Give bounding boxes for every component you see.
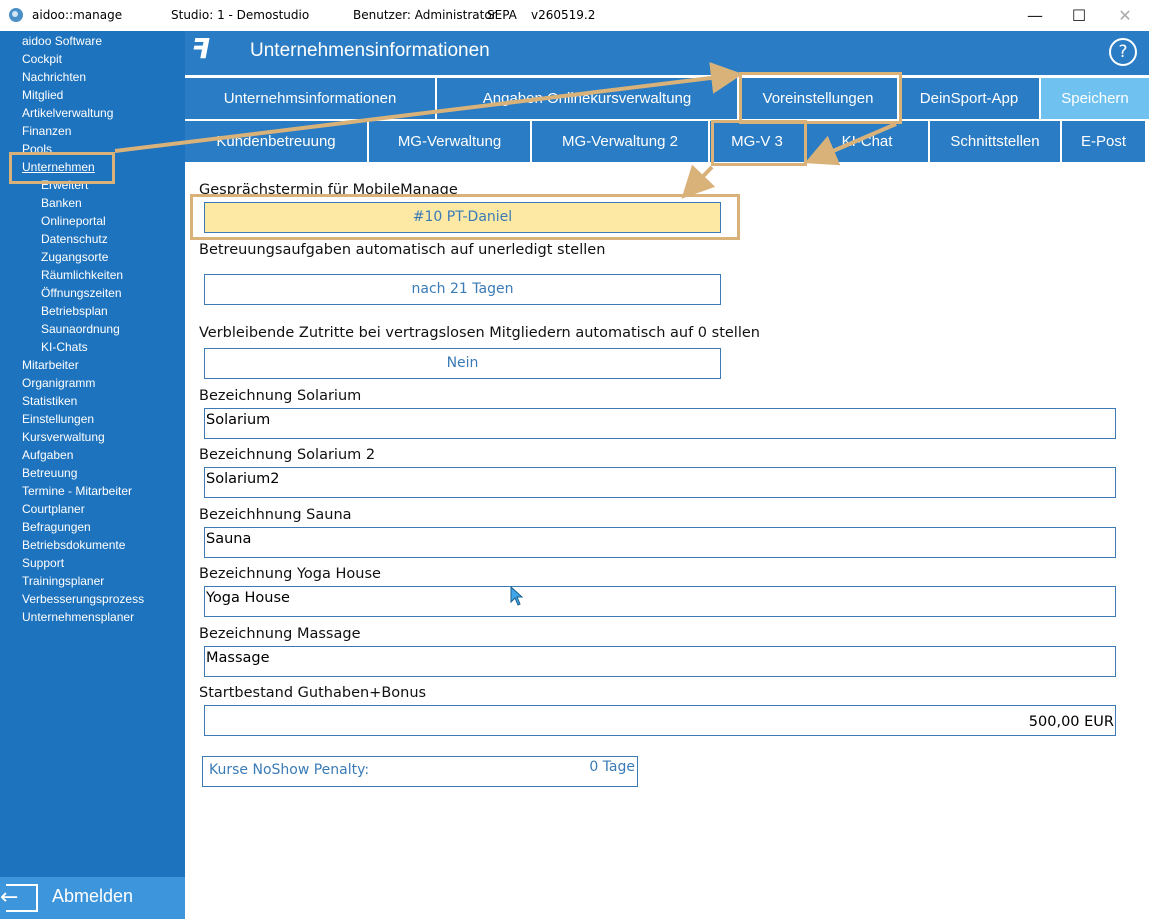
tab-e-post[interactable]: E-Post (1062, 121, 1145, 162)
tab-schnittstellen[interactable]: Schnittstellen (930, 121, 1062, 162)
sidebar-item-cockpit[interactable]: Cockpit (22, 50, 62, 68)
logout-button[interactable]: Abmelden (0, 877, 185, 919)
brand-logo-icon: ꟻ (191, 32, 211, 65)
tab-unternehmsinformationen[interactable]: Unternehmsinformationen (185, 78, 437, 119)
sidebar-item-courtplaner[interactable]: Courtplaner (22, 500, 85, 518)
sidebar-item-unternehmen[interactable]: Unternehmen (22, 158, 95, 176)
sidebar-item-einstellungen[interactable]: Einstellungen (22, 410, 94, 428)
studio-label: Studio: 1 - Demostudio (171, 8, 310, 22)
sidebar-item-verbesserungsprozess[interactable]: Verbesserungsprozess (22, 590, 144, 608)
sidebar: aidoo Software Cockpit Nachrichten Mitglied… (0, 31, 185, 919)
sauna-label: Bezeichhnung Sauna (199, 507, 352, 523)
tab-row-primary: Unternehmsinformationen Angaben Onlineku… (185, 78, 1149, 119)
tab-mg-verwaltung[interactable]: MG-Verwaltung (369, 121, 532, 162)
sidebar-item-banken[interactable]: Banken (41, 194, 82, 212)
page-title: Unternehmensinformationen (250, 40, 490, 61)
penalty-label: Kurse NoShow Penalty: (209, 762, 370, 778)
sidebar-item-onlineportal[interactable]: Onlineportal (41, 212, 106, 230)
sidebar-item-befragungen[interactable]: Befragungen (22, 518, 91, 536)
tab-mg-verwaltung-2[interactable]: MG-Verwaltung 2 (532, 121, 710, 162)
tab-kundenbetreuung[interactable]: Kundenbetreuung (185, 121, 369, 162)
logout-label: Abmelden (52, 886, 134, 906)
sidebar-item-statistiken[interactable]: Statistiken (22, 392, 77, 410)
sidebar-item-kursverwaltung[interactable]: Kursverwaltung (22, 428, 105, 446)
sidebar-item-aidoo-software[interactable]: aidoo Software (22, 32, 102, 50)
sidebar-item-ki-chats[interactable]: KI-Chats (41, 338, 88, 356)
maximize-button[interactable]: ☐ (1056, 0, 1102, 31)
sidebar-item-support[interactable]: Support (22, 554, 64, 572)
tab-row-secondary: Kundenbetreuung MG-Verwaltung MG-Verwalt… (185, 121, 1145, 162)
app-name: aidoo::manage (32, 8, 123, 22)
close-button[interactable]: ✕ (1102, 0, 1148, 31)
solarium2-input[interactable]: Solarium2 (204, 467, 1116, 498)
sidebar-item-zugangsorte[interactable]: Zugangsorte (41, 248, 108, 266)
sepa-label: SEPA (487, 8, 517, 22)
tab-mg-v-3[interactable]: MG-V 3 (710, 121, 806, 162)
sidebar-item-saunaordnung[interactable]: Saunaordnung (41, 320, 120, 338)
solarium2-label: Bezeichnung Solarium 2 (199, 447, 376, 463)
sidebar-item-organigramm[interactable]: Organigramm (22, 374, 95, 392)
tab-speichern[interactable]: Speichern (1041, 78, 1149, 119)
zutritte-label: Verbleibende Zutritte bei vertragslosen … (199, 325, 760, 341)
version-label: v260519.2 (531, 8, 596, 22)
sidebar-item-termine-mitarbeiter[interactable]: Termine - Mitarbeiter (22, 482, 132, 500)
massage-label: Bezeichnung Massage (199, 626, 361, 642)
guthaben-label: Startbestand Guthaben+Bonus (199, 685, 427, 701)
betreuung-select[interactable]: nach 21 Tagen (204, 274, 721, 305)
sidebar-item-pools[interactable]: Pools (22, 140, 52, 158)
yoga-input[interactable]: Yoga House (204, 586, 1116, 617)
sidebar-item-datenschutz[interactable]: Datenschutz (41, 230, 108, 248)
guthaben-input[interactable]: 500,00 EUR (204, 705, 1116, 736)
page-header: ꟻ Unternehmensinformationen ? (185, 31, 1149, 75)
sidebar-item-betriebsplan[interactable]: Betriebsplan (41, 302, 108, 320)
app-window: aidoo::manage Studio: 1 - Demostudio Ben… (0, 0, 1149, 919)
sidebar-item-öffnungszeiten[interactable]: Öffnungszeiten (41, 284, 122, 302)
solarium-label: Bezeichnung Solarium (199, 388, 362, 404)
tab-deinsport-app[interactable]: DeinSport-App (899, 78, 1041, 119)
sidebar-item-mitarbeiter[interactable]: Mitarbeiter (22, 356, 79, 374)
zutritte-select[interactable]: Nein (204, 348, 721, 379)
user-label: Benutzer: Administrator (353, 8, 497, 22)
help-icon[interactable]: ? (1109, 38, 1137, 66)
sidebar-item-nachrichten[interactable]: Nachrichten (22, 68, 86, 86)
sauna-input[interactable]: Sauna (204, 527, 1116, 558)
solarium-input[interactable]: Solarium (204, 408, 1116, 439)
penalty-value: 0 Tage (589, 759, 635, 775)
mouse-cursor-icon (510, 586, 524, 606)
sidebar-item-räumlichkeiten[interactable]: Räumlichkeiten (41, 266, 123, 284)
sidebar-item-finanzen[interactable]: Finanzen (22, 122, 71, 140)
sidebar-item-aufgaben[interactable]: Aufgaben (22, 446, 73, 464)
sidebar-item-unternehmensplaner[interactable]: Unternehmensplaner (22, 608, 134, 626)
title-bar: aidoo::manage Studio: 1 - Demostudio Ben… (0, 0, 1149, 31)
noshow-penalty-field[interactable]: Kurse NoShow Penalty: 0 Tage (202, 756, 638, 787)
minimize-button[interactable]: — (1012, 0, 1058, 31)
massage-input[interactable]: Massage (204, 646, 1116, 677)
yoga-label: Bezeichnung Yoga House (199, 566, 381, 582)
tab-ki-chat[interactable]: KI-Chat (806, 121, 930, 162)
betreuung-label: Betreuungsaufgaben automatisch auf unerl… (199, 242, 606, 258)
sidebar-item-erweitert[interactable]: Erweitert (41, 176, 88, 194)
gespraech-select[interactable]: #10 PT-Daniel (204, 202, 721, 233)
tab-angaben-onlinekursverwaltung[interactable]: Angaben Onlinekursverwaltung (437, 78, 739, 119)
sidebar-item-betreuung[interactable]: Betreuung (22, 464, 77, 482)
gespraech-label: Gesprächstermin für MobileManage (199, 182, 458, 198)
sidebar-item-mitglied[interactable]: Mitglied (22, 86, 63, 104)
sidebar-item-artikelverwaltung[interactable]: Artikelverwaltung (22, 104, 113, 122)
logout-icon (0, 884, 38, 912)
settings-form: Gesprächstermin für MobileManage #10 PT-… (187, 166, 1149, 919)
app-logo-icon (9, 8, 23, 22)
sidebar-item-trainingsplaner[interactable]: Trainingsplaner (22, 572, 104, 590)
sidebar-item-betriebsdokumente[interactable]: Betriebsdokumente (22, 536, 125, 554)
tab-voreinstellungen[interactable]: Voreinstellungen (739, 78, 899, 119)
